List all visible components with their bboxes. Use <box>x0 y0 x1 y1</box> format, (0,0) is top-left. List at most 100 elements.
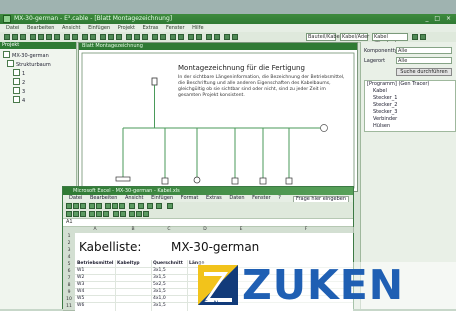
location-select[interactable]: Alle <box>396 57 452 64</box>
menu-help[interactable]: Hilfe <box>192 25 203 31</box>
import-icon[interactable] <box>214 34 220 40</box>
xl-align-left-icon[interactable] <box>89 211 95 217</box>
search-button[interactable]: Suche durchführen <box>396 68 452 76</box>
print-icon[interactable] <box>30 34 36 40</box>
table-header[interactable]: Kabeltyp <box>117 261 140 266</box>
xl-menu-data[interactable]: Daten <box>229 195 244 201</box>
find-icon[interactable] <box>412 34 418 40</box>
table-cell[interactable]: W3 <box>77 282 84 287</box>
component-type-select[interactable]: Alle <box>396 47 452 54</box>
xl-sum-icon[interactable] <box>138 203 144 209</box>
cable-icon[interactable] <box>108 34 114 40</box>
menu-window[interactable]: Fenster <box>166 25 185 31</box>
tree-item-sheet[interactable]: 4 <box>3 96 76 105</box>
settings-icon[interactable] <box>224 34 230 40</box>
undo-icon[interactable] <box>64 34 70 40</box>
table-cell[interactable]: 3x1,5 <box>153 275 166 280</box>
table-cell[interactable]: W2 <box>77 275 84 280</box>
tree-item-structure[interactable]: Strukturbaum <box>3 60 76 69</box>
xl-fill-icon[interactable] <box>136 211 142 217</box>
xl-paste-icon[interactable] <box>119 203 125 209</box>
tree-item-sheet[interactable]: 1 <box>3 69 76 78</box>
tree-item-sheet[interactable]: 2 <box>3 78 76 87</box>
tree-item[interactable]: Stecker_2 <box>365 102 455 109</box>
help-icon[interactable] <box>232 34 238 40</box>
xl-bold-icon[interactable] <box>66 211 72 217</box>
tree-item[interactable]: Kabel <box>365 88 455 95</box>
tree-item[interactable]: Stecker_3 <box>365 109 455 116</box>
xl-sort-icon[interactable] <box>147 203 153 209</box>
window-controls[interactable]: _ □ × <box>425 15 453 22</box>
layer-icon[interactable] <box>160 34 166 40</box>
table-cell[interactable]: 3x1,5 <box>153 289 166 294</box>
rect-icon[interactable] <box>142 34 148 40</box>
tree-item[interactable]: Verbinder <box>365 116 455 123</box>
xl-chart-icon[interactable] <box>156 203 162 209</box>
xl-menu-file[interactable]: Datei <box>69 195 82 201</box>
xl-undo-icon[interactable] <box>129 203 135 209</box>
new-icon[interactable] <box>4 34 10 40</box>
xl-align-right-icon[interactable] <box>103 211 109 217</box>
xl-print-icon[interactable] <box>89 203 95 209</box>
filter-icon[interactable] <box>420 34 426 40</box>
line-icon[interactable] <box>134 34 140 40</box>
column-header[interactable]: C <box>151 227 188 233</box>
tree-item-sheet[interactable]: 3 <box>3 87 76 96</box>
xl-menu-view[interactable]: Ansicht <box>125 195 143 201</box>
report-icon[interactable] <box>196 34 202 40</box>
export-icon[interactable] <box>206 34 212 40</box>
copy-icon[interactable] <box>46 34 52 40</box>
xl-preview-icon[interactable] <box>96 203 102 209</box>
formula-bar[interactable]: A1 <box>63 219 353 227</box>
wire-icon[interactable] <box>100 34 106 40</box>
column-header[interactable]: E <box>223 227 260 233</box>
toolbar-field-connector[interactable]: Kabel (Stecker) <box>372 33 408 47</box>
zoom-icon[interactable] <box>82 34 88 40</box>
xl-align-center-icon[interactable] <box>96 211 102 217</box>
table-cell[interactable]: 4x1,0 <box>153 296 166 301</box>
xl-menu-tools[interactable]: Extras <box>206 195 222 201</box>
column-header[interactable]: D <box>187 227 224 233</box>
table-cell[interactable]: W6 <box>77 303 84 308</box>
menu-insert[interactable]: Einfügen <box>88 25 110 31</box>
xl-open-icon[interactable] <box>73 203 79 209</box>
menu-view[interactable]: Ansicht <box>62 25 80 31</box>
xl-new-icon[interactable] <box>66 203 72 209</box>
table-cell[interactable]: 3x1,5 <box>153 303 166 308</box>
xl-border-icon[interactable] <box>129 211 135 217</box>
xl-percent-icon[interactable] <box>120 211 126 217</box>
menu-edit[interactable]: Bearbeiten <box>27 25 54 31</box>
check-icon[interactable] <box>188 34 194 40</box>
toolbar-field-part[interactable]: Bauteil/Kabel <box>306 33 341 41</box>
xl-font-color-icon[interactable] <box>143 211 149 217</box>
xl-underline-icon[interactable] <box>80 211 86 217</box>
xl-italic-icon[interactable] <box>73 211 79 217</box>
connector-icon[interactable] <box>116 34 122 40</box>
symbol-icon[interactable] <box>170 34 176 40</box>
grid-icon[interactable] <box>152 34 158 40</box>
xl-cut-icon[interactable] <box>105 203 111 209</box>
redo-icon[interactable] <box>72 34 78 40</box>
xl-menu-insert[interactable]: Einfügen <box>151 195 173 201</box>
tree-item-root[interactable]: [Programm] (Gen Tracer) <box>365 81 455 88</box>
xl-menu-edit[interactable]: Bearbeiten <box>90 195 117 201</box>
xl-currency-icon[interactable] <box>113 211 119 217</box>
toolbar-field-cable[interactable]: Kabel/Ader <box>340 33 369 41</box>
table-header[interactable]: Betriebsmittel <box>77 261 113 266</box>
paste-icon[interactable] <box>54 34 60 40</box>
row-header[interactable]: 11 <box>63 303 75 311</box>
tree-item[interactable]: Hülsen <box>365 123 455 130</box>
save-icon[interactable] <box>20 34 26 40</box>
menu-file[interactable]: Datei <box>6 25 19 31</box>
menu-project[interactable]: Projekt <box>118 25 135 31</box>
cut-icon[interactable] <box>38 34 44 40</box>
tree-item-project[interactable]: MX-30-german <box>3 51 76 60</box>
cell-reference[interactable]: A1 <box>66 219 73 225</box>
xl-copy-icon[interactable] <box>112 203 118 209</box>
table-cell[interactable]: W5 <box>77 296 84 301</box>
device-icon[interactable] <box>178 34 184 40</box>
xl-save-icon[interactable] <box>80 203 86 209</box>
column-header[interactable]: B <box>115 227 152 233</box>
xl-menu-help[interactable]: ? <box>278 195 281 201</box>
table-cell[interactable]: 3x1,5 <box>153 268 166 273</box>
